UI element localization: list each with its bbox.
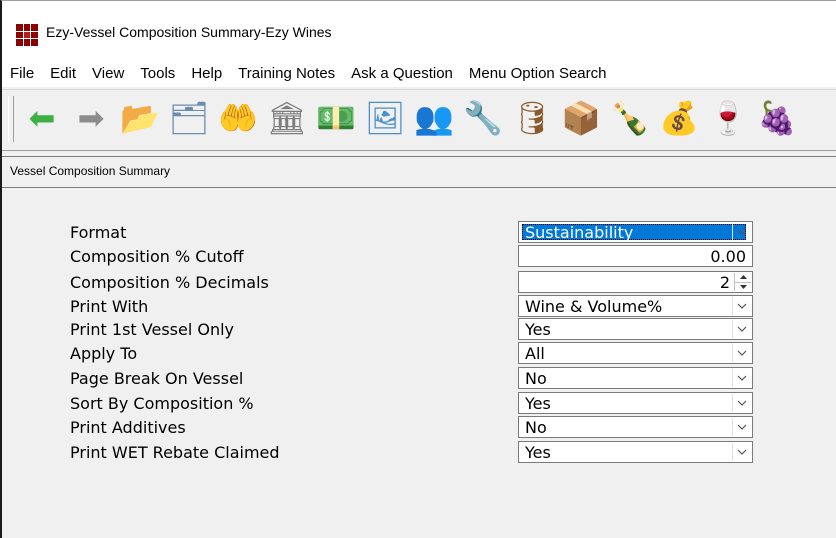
people-icon[interactable]: 👥 (414, 98, 454, 138)
dropdown-field[interactable]: Yes (518, 441, 753, 463)
form-row: Print WET Rebate Claimed Yes (2, 441, 836, 463)
chevron-down-icon[interactable] (732, 443, 751, 461)
menu-tools[interactable]: Tools (140, 65, 175, 82)
field-value: Yes (525, 394, 551, 413)
menu-edit[interactable]: Edit (50, 65, 76, 82)
window-title: Ezy-Vessel Composition Summary-Ezy Wines (46, 24, 332, 40)
field-value: Yes (525, 443, 551, 462)
cash-icon[interactable]: 💰 (659, 98, 699, 138)
app-logo-icon (16, 24, 38, 46)
chevron-down-icon[interactable] (732, 344, 751, 362)
wine-icon[interactable]: 🍷 (708, 98, 748, 138)
form-row: Page Break On Vessel No (2, 367, 836, 389)
stamp-icon[interactable]: 🖼 (365, 98, 406, 138)
tab-vessel-composition-summary[interactable]: Vessel Composition Summary (10, 164, 170, 178)
forward-arrow-icon[interactable]: ➡ (71, 98, 111, 138)
field-label: Print 1st Vessel Only (70, 320, 235, 339)
dropdown-field[interactable]: All (518, 342, 753, 364)
field-value: No (525, 369, 547, 388)
field-value: Yes (525, 320, 551, 339)
menu-view[interactable]: View (92, 65, 124, 82)
documents-icon[interactable]: 🗂 (169, 98, 210, 138)
form-row: Print 1st Vessel Only Yes (2, 318, 836, 340)
form-row: Print With Wine & Volume% (2, 295, 836, 317)
field-value: Sustainability (525, 223, 634, 242)
field-label: Apply To (70, 344, 138, 363)
menu-file[interactable]: File (10, 65, 34, 82)
dropdown-field[interactable]: Yes (518, 392, 753, 414)
field-label: Page Break On Vessel (70, 369, 244, 388)
tab-strip: Vessel Composition Summary (2, 156, 836, 188)
chevron-down-icon[interactable] (732, 320, 751, 338)
form-row: Composition % Cutoff 0.00 (2, 245, 836, 267)
field-label: Composition % Cutoff (70, 247, 244, 266)
menu-ask-a-question[interactable]: Ask a Question (351, 65, 453, 82)
spin-down-icon[interactable] (735, 283, 751, 292)
form-row: Composition % Decimals 2 (2, 271, 836, 293)
back-arrow-icon[interactable]: ⬅ (22, 98, 62, 138)
dropdown-field[interactable]: Yes (518, 318, 753, 340)
options-form: Format Sustainability Composition % Cutoff… (2, 187, 836, 538)
field-value: Wine & Volume% (525, 297, 663, 316)
field-label: Print With (70, 297, 149, 316)
dropdown-field[interactable]: Wine & Volume% (518, 295, 753, 317)
field-value: All (525, 344, 545, 363)
field-label: Print WET Rebate Claimed (70, 443, 280, 462)
box-icon[interactable]: 📦 (561, 98, 601, 138)
form-row: Apply To All (2, 342, 836, 364)
menu-bar: File Edit View Tools Help Training Notes… (2, 61, 836, 85)
field-label: Format (70, 223, 127, 242)
form-row: Format Sustainability (2, 221, 836, 243)
menu-option-search[interactable]: Menu Option Search (469, 65, 607, 82)
chevron-down-icon[interactable] (732, 297, 751, 315)
wrench-icon[interactable]: 🔧 (463, 98, 503, 138)
field-label: Sort By Composition % (70, 394, 254, 413)
chevron-down-icon[interactable] (732, 223, 751, 241)
hand-money-icon[interactable]: 🤲 (218, 98, 258, 138)
chevron-down-icon[interactable] (732, 418, 751, 436)
grapes-icon[interactable]: 🍇 (757, 98, 797, 138)
toolbar-grip[interactable] (8, 96, 14, 142)
barrel-icon[interactable]: 🛢 (512, 98, 553, 138)
dropdown-field[interactable]: Sustainability (518, 221, 753, 243)
toolbar: ⬅ ➡ 📂 🗂 🤲 🏛 💵 🖼 👥 🔧 🛢 📦 🍾 💰 🍷 🍇 (2, 89, 836, 151)
form-row: Print Additives No (2, 416, 836, 438)
field-label: Composition % Decimals (70, 273, 269, 292)
spin-buttons (734, 273, 751, 291)
folder-icon[interactable]: 📂 (120, 98, 160, 138)
field-value: 0.00 (710, 247, 746, 266)
dropdown-field[interactable]: No (518, 367, 753, 389)
menu-help[interactable]: Help (191, 65, 222, 82)
field-label: Print Additives (70, 418, 186, 437)
field-value: 2 (719, 273, 730, 292)
number-field[interactable]: 0.00 (518, 245, 753, 267)
menu-training-notes[interactable]: Training Notes (238, 65, 335, 82)
spin-up-icon[interactable] (735, 273, 751, 283)
chevron-down-icon[interactable] (732, 394, 751, 412)
title-bar: Ezy-Vessel Composition Summary-Ezy Wines (2, 1, 836, 51)
building-icon[interactable]: 🏛 (267, 98, 308, 138)
spin-field[interactable]: 2 (518, 271, 753, 293)
chevron-down-icon[interactable] (732, 369, 751, 387)
bottling-icon[interactable]: 🍾 (610, 98, 650, 138)
app-window: Ezy-Vessel Composition Summary-Ezy Wines… (0, 0, 836, 538)
money-roll-icon[interactable]: 💵 (316, 98, 356, 138)
form-row: Sort By Composition % Yes (2, 392, 836, 414)
field-value: No (525, 418, 547, 437)
dropdown-field[interactable]: No (518, 416, 753, 438)
